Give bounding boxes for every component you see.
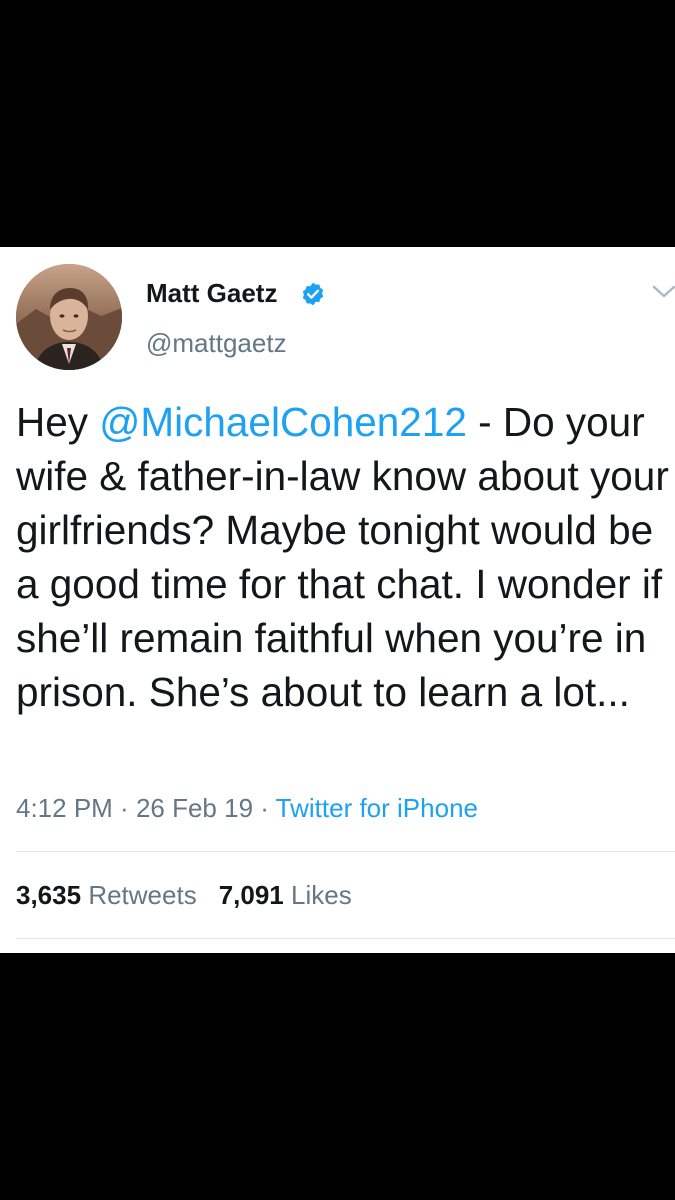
tweet-text: Hey @MichaelCohen212 - Do your wife & fa…: [16, 395, 671, 719]
tweet-meta: 4:12 PM · 26 Feb 19 · Twitter for iPhone: [16, 790, 478, 826]
likes-label[interactable]: Likes: [291, 880, 352, 910]
tweet-text-start: Hey: [16, 399, 100, 445]
tweet-text-rest: - Do your wife & father-in-law know abou…: [16, 399, 669, 715]
likes-count[interactable]: 7,091: [219, 880, 284, 910]
display-name[interactable]: Matt Gaetz: [146, 276, 277, 310]
top-letterbox: [0, 0, 675, 247]
bottom-letterbox: [0, 953, 675, 1200]
tweet-stats: 3,635 Retweets 7,091 Likes: [16, 877, 352, 913]
tweet-time: 4:12 PM: [16, 793, 113, 823]
avatar[interactable]: [16, 264, 122, 370]
meta-separator: ·: [253, 793, 276, 823]
divider: [16, 851, 675, 852]
retweets-label[interactable]: Retweets: [88, 880, 196, 910]
mention-link[interactable]: @MichaelCohen212: [99, 399, 467, 445]
tweet-date: 26 Feb 19: [135, 793, 254, 823]
meta-separator: ·: [112, 793, 136, 823]
verified-badge-icon: [300, 281, 326, 307]
user-handle[interactable]: @mattgaetz: [146, 326, 287, 360]
retweets-count[interactable]: 3,635: [16, 880, 81, 910]
divider: [16, 938, 675, 939]
tweet-source-link[interactable]: Twitter for iPhone: [276, 793, 478, 823]
chevron-down-icon[interactable]: [651, 283, 675, 301]
